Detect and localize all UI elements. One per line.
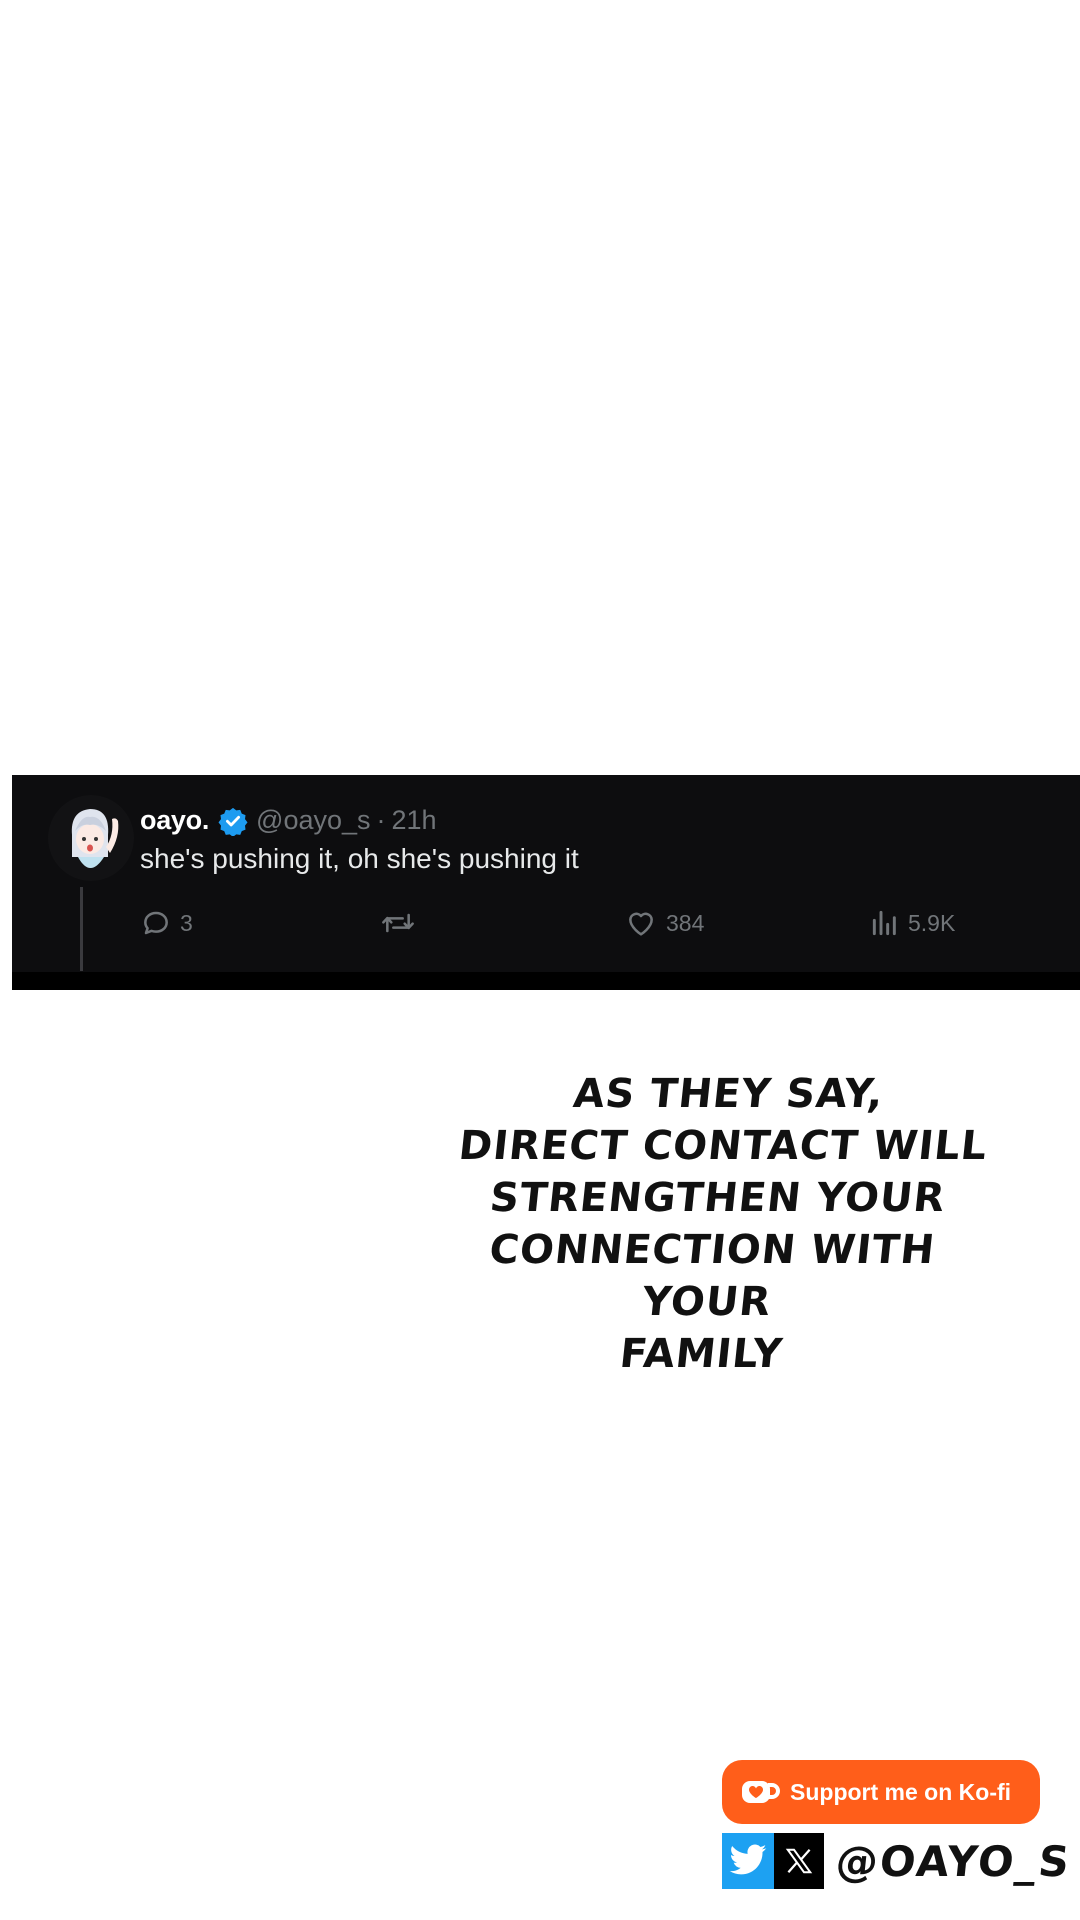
avatar[interactable] xyxy=(48,795,134,881)
separator-dot: · xyxy=(376,805,386,835)
caption-line: CONNECTION WITH YOUR xyxy=(487,1227,938,1325)
caption-line: STRENGTHEN YOUR xyxy=(487,1175,948,1221)
tweet-card[interactable]: oayo. @oayo_s · 21h she's pushing it, oh… xyxy=(12,775,1080,990)
social-handle-block[interactable]: @OAYO_S xyxy=(722,1833,1074,1889)
x-logo-icon xyxy=(785,1848,813,1874)
kofi-cup-icon xyxy=(742,1781,780,1803)
tweet-header: oayo. @oayo_s · 21h xyxy=(140,805,437,836)
x-logo-box[interactable] xyxy=(774,1833,824,1889)
kofi-support-button[interactable]: Support me on Ko-fi xyxy=(722,1760,1040,1824)
post-time[interactable]: 21h xyxy=(392,805,437,836)
reply-icon xyxy=(144,911,168,935)
twitter-bird-icon xyxy=(729,1844,767,1875)
reply-count: 3 xyxy=(180,909,193,936)
views-icon xyxy=(872,910,896,936)
avatar-illustration xyxy=(71,809,119,868)
caption-line: DIRECT CONTACT WILL xyxy=(456,1123,990,1169)
verified-badge-icon xyxy=(218,807,248,836)
twitter-logo-box[interactable] xyxy=(722,1833,774,1889)
like-button[interactable]: 384 xyxy=(624,906,704,940)
user-handle[interactable]: @oayo_s xyxy=(256,805,370,836)
like-count: 384 xyxy=(666,909,705,936)
retweet-button[interactable] xyxy=(380,906,416,940)
card-bottom-strip xyxy=(12,972,1080,990)
retweet-icon xyxy=(382,913,414,933)
kofi-label: Support me on Ko-fi xyxy=(790,1778,1012,1805)
caption-text: AS THEY SAY, DIRECT CONTACT WILL STRENGT… xyxy=(414,1068,1017,1380)
views-button[interactable]: 5.9K xyxy=(870,906,955,940)
caption-line: FAMILY xyxy=(617,1331,786,1377)
reply-button[interactable]: 3 xyxy=(140,906,193,940)
social-handle-text: @OAYO_S xyxy=(833,1836,1074,1886)
thread-line xyxy=(80,887,83,971)
caption-line: AS THEY SAY, xyxy=(571,1071,887,1117)
like-icon xyxy=(629,912,653,936)
display-name[interactable]: oayo. xyxy=(140,805,209,836)
tweet-text: she's pushing it, oh she's pushing it xyxy=(140,843,579,874)
views-count: 5.9K xyxy=(908,909,956,936)
